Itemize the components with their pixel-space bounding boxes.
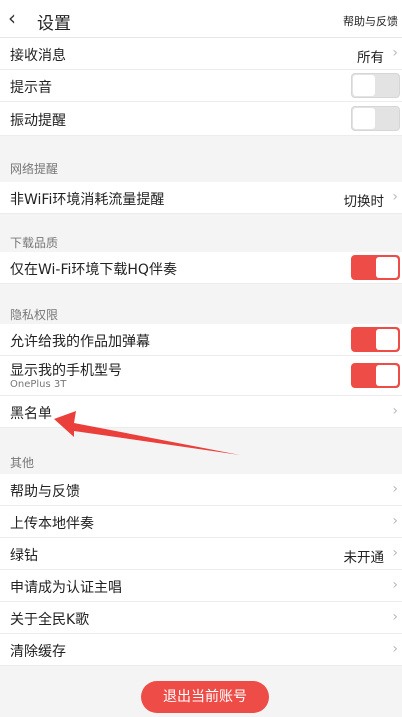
annotation-arrow <box>54 411 240 455</box>
arrow-shape <box>54 411 240 455</box>
